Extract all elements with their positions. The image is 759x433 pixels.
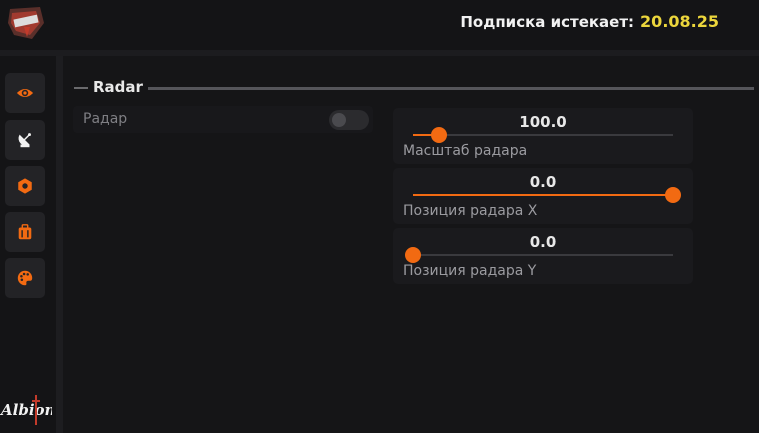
slider-label: Позиция радара X <box>403 203 538 219</box>
subscription-date: 20.08.25 <box>640 12 719 31</box>
subscription-status: Подписка истекает: 20.08.25 <box>460 12 719 31</box>
slider-thumb[interactable] <box>665 187 681 203</box>
slider-thumb[interactable] <box>431 127 447 143</box>
slider-track[interactable] <box>413 187 681 203</box>
slider-fill <box>413 194 673 196</box>
eye-icon <box>16 88 34 98</box>
slider-label: Масштаб радара <box>403 143 528 159</box>
radar-dish-icon <box>18 133 31 148</box>
sidebar-divider <box>56 56 63 433</box>
sidebar-item-radar[interactable] <box>5 120 45 160</box>
section-divider-right <box>148 87 754 90</box>
sidebar: Albion <box>0 56 56 433</box>
logo-icon <box>8 7 44 39</box>
radar-position-x-slider: 0.0 Позиция радара X <box>393 168 693 224</box>
radar-toggle[interactable] <box>329 110 369 130</box>
slider-track[interactable] <box>405 247 673 263</box>
section-divider-left <box>74 87 88 89</box>
radar-toggle-label: Радар <box>83 111 128 127</box>
suitcase-icon <box>18 224 32 240</box>
albion-logo-icon: Albion <box>0 395 52 425</box>
slider-value: 0.0 <box>529 233 557 251</box>
sidebar-item-colors[interactable] <box>5 258 45 298</box>
radar-position-y-slider: 0.0 Позиция радара Y <box>393 228 693 284</box>
palette-icon <box>17 270 33 286</box>
slider-track[interactable] <box>413 127 673 143</box>
sidebar-item-visuals[interactable] <box>5 73 45 113</box>
radar-toggle-row: Радар <box>73 106 373 133</box>
svg-text:Albion: Albion <box>0 401 52 419</box>
section-title: Radar <box>93 78 143 96</box>
main-content: Radar Радар 100.0 Масштаб радара 0.0 Поз… <box>63 56 759 433</box>
subscription-label: Подписка истекает: <box>460 13 635 31</box>
slider-thumb[interactable] <box>405 247 421 263</box>
top-bar: Подписка истекает: 20.08.25 <box>0 0 759 50</box>
sidebar-item-inventory[interactable] <box>5 212 45 252</box>
toggle-knob <box>332 113 346 127</box>
slider-value: 0.0 <box>529 173 557 191</box>
hexagon-icon <box>18 178 32 194</box>
sidebar-item-misc[interactable] <box>5 166 45 206</box>
slider-label: Позиция радара Y <box>403 263 537 279</box>
radar-scale-slider: 100.0 Масштаб радара <box>393 108 693 164</box>
